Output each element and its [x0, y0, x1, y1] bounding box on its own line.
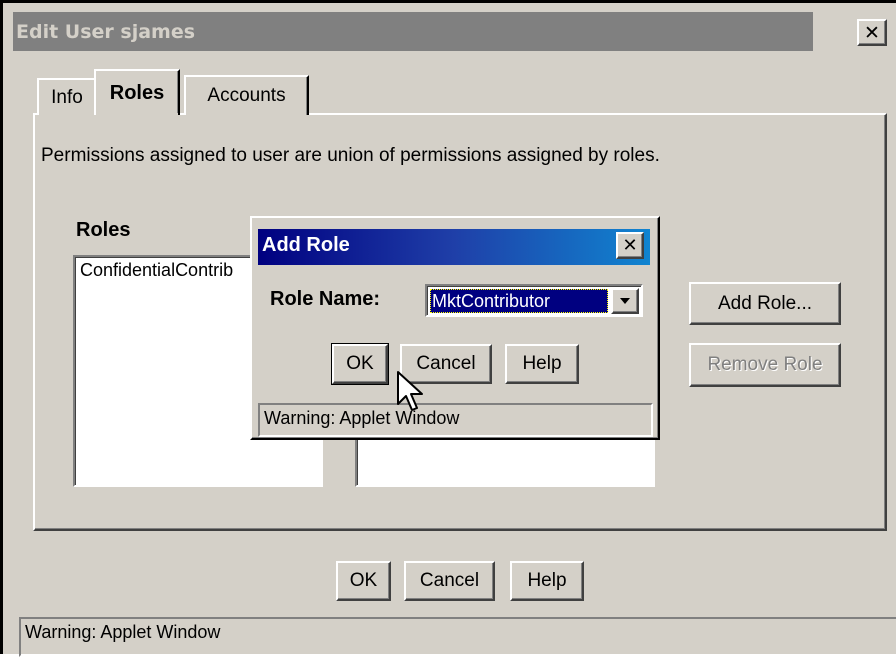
cancel-button[interactable]: Cancel [404, 561, 495, 601]
window-close-button[interactable]: ✕ [857, 19, 887, 46]
ok-button[interactable]: OK [336, 561, 391, 601]
tab-roles[interactable]: Roles [94, 69, 180, 115]
add-role-button-label: Add Role... [718, 292, 812, 314]
chevron-down-icon [620, 298, 630, 304]
roles-heading: Roles [76, 219, 131, 241]
list-item[interactable]: ConfidentialContrib [80, 260, 233, 281]
remove-role-button-label: Remove Role [707, 354, 823, 375]
dialog-help-button-label: Help [522, 353, 562, 374]
permissions-description: Permissions assigned to user are union o… [41, 145, 660, 166]
role-name-label: Role Name: [270, 288, 381, 310]
tab-accounts[interactable]: Accounts [184, 75, 309, 115]
dialog-help-button[interactable]: Help [505, 344, 579, 384]
tab-info[interactable]: Info [37, 78, 97, 115]
dialog-close-button[interactable]: ✕ [616, 232, 644, 259]
help-button[interactable]: Help [510, 561, 584, 601]
tab-accounts-label: Accounts [207, 85, 286, 106]
remove-role-button[interactable]: Remove Role [689, 343, 841, 387]
ok-button-label: OK [349, 570, 378, 591]
dropdown-button[interactable] [611, 288, 639, 314]
close-icon: ✕ [622, 235, 638, 256]
active-tab-joint [96, 113, 178, 116]
dialog-title: Add Role [262, 234, 350, 256]
mouse-pointer-icon [397, 371, 423, 411]
tab-roles-label: Roles [109, 81, 165, 104]
role-name-select[interactable]: MktContributor [425, 284, 643, 317]
applet-warning-status: Warning: Applet Window [19, 617, 896, 657]
close-icon: ✕ [864, 21, 880, 44]
add-role-dialog: Add Role ✕ Role Name: MktContributor OK … [250, 216, 660, 440]
add-role-button[interactable]: Add Role... [689, 282, 841, 325]
window-title-bar[interactable]: Edit User sjames [13, 12, 813, 51]
help-button-label: Help [527, 570, 567, 591]
dialog-ok-button-label: OK [346, 353, 374, 374]
role-name-selected-value[interactable]: MktContributor [430, 289, 608, 313]
cancel-button-label: Cancel [419, 570, 480, 591]
tab-info-label: Info [51, 86, 83, 108]
dialog-title-bar[interactable]: Add Role [258, 229, 650, 265]
dialog-ok-button[interactable]: OK [331, 343, 389, 385]
dialog-applet-warning-status: Warning: Applet Window [258, 403, 653, 437]
window-title: Edit User sjames [16, 21, 196, 43]
